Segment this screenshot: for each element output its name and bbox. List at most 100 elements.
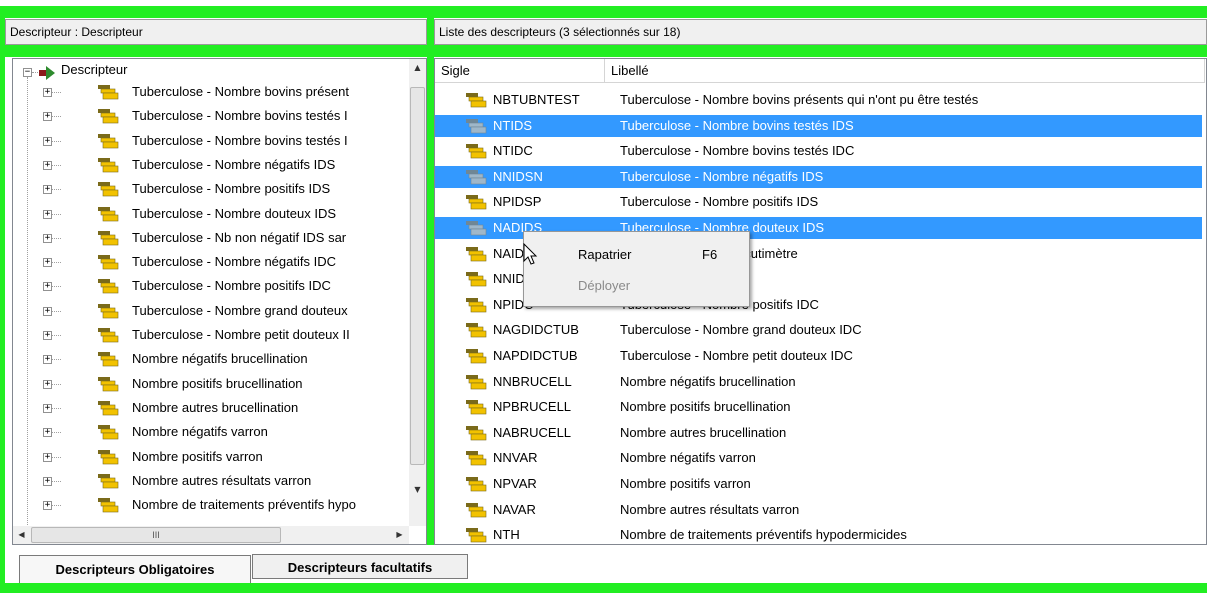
list-row[interactable]: NNBRUCELL Nombre négatifs brucellination (435, 371, 1205, 393)
tree-root-label[interactable]: Descripteur (61, 62, 127, 77)
tab-descripteurs-facultatifs[interactable]: Descripteurs facultatifs (252, 554, 468, 579)
tree-connector (52, 164, 61, 167)
list-row[interactable]: NTIDS Tuberculose - Nombre bovins testés … (435, 114, 1202, 137)
expand-toggle[interactable]: + (43, 501, 52, 511)
tree-item[interactable]: + Tuberculose - Nombre bovins testés I (13, 130, 409, 152)
list-row[interactable]: NNIDSN Tuberculose - Nombre négatifs IDS (435, 165, 1202, 188)
descriptor-folder-icon (97, 400, 119, 416)
list-row-libelle: Tuberculose - Nombre positifs IDS (620, 194, 819, 210)
scroll-right-button[interactable]: ▶ (391, 526, 408, 543)
tree-item[interactable]: + Tuberculose - Nombre positifs IDS (13, 178, 409, 200)
list-row[interactable]: NTH Nombre de traitements préventifs hypo… (435, 524, 1205, 544)
expand-toggle[interactable]: + (43, 112, 52, 122)
list-row[interactable]: NBTUBNTEST Tuberculose - Nombre bovins pr… (435, 89, 1205, 111)
descriptor-icon (465, 322, 491, 338)
tree-item-label: Tuberculose - Nombre bovins testés I (132, 108, 348, 124)
scroll-thumb[interactable] (410, 87, 425, 465)
tree-item[interactable]: + Nombre négatifs varron (13, 421, 409, 443)
expand-toggle[interactable]: + (43, 185, 52, 195)
expand-toggle[interactable]: + (43, 476, 52, 486)
tree-item[interactable]: + Nombre positifs varron (13, 446, 409, 468)
tree-item[interactable]: + Tuberculose - Nombre bovins présent (13, 81, 409, 103)
column-header-libelle[interactable]: Libellé (605, 59, 1205, 83)
hscroll-thumb[interactable]: III (31, 527, 281, 543)
tab-label: Descripteurs facultatifs (287, 560, 433, 575)
descriptor-folder-icon (97, 376, 119, 392)
list-row-libelle: Tuberculose - Nombre bovins testés IDC (620, 143, 855, 159)
list-row[interactable]: NPVAR Nombre positifs varron (435, 473, 1205, 495)
green-frame-left (0, 6, 5, 593)
list-row-libelle: Nombre de traitements préventifs hypoder… (620, 527, 907, 543)
expand-toggle[interactable]: + (43, 428, 52, 438)
tree-item-label: Tuberculose - Nombre bovins présent (132, 84, 350, 99)
list-row-sigle: NTIDS (493, 117, 532, 133)
tree-item[interactable]: + Tuberculose - Nombre négatifs IDS (13, 154, 409, 176)
tree-item[interactable]: + Tuberculose - Nombre bovins testés I (13, 105, 409, 127)
expand-toggle[interactable]: + (43, 88, 52, 97)
list-row-libelle: Nombre autres résultats varron (620, 501, 800, 517)
descriptor-tree[interactable]: − Descripteur + Tuberculose - Nombre bovins… (12, 58, 427, 545)
tree-item[interactable]: + Tuberculose - Nombre douteux IDS (13, 203, 409, 225)
scroll-left-button[interactable]: ◀ (13, 526, 30, 543)
descriptor-folder-icon (97, 157, 119, 173)
tree-item[interactable]: + Tuberculose - Nombre positifs IDC (13, 275, 409, 297)
tree-item[interactable]: + Nombre de traitements préventifs hypo (13, 494, 409, 516)
expand-toggle[interactable]: + (43, 379, 52, 389)
tree-vertical-scrollbar[interactable]: ▲ ▼ (409, 59, 426, 526)
expand-toggle[interactable]: + (43, 282, 52, 292)
descriptor-folder-icon (97, 108, 119, 124)
expand-toggle[interactable]: + (43, 355, 52, 365)
list-row-libelle: Tuberculose - Nombre grand douteux IDC (620, 322, 862, 338)
list-row[interactable]: NABRUCELL Nombre autres brucellination (435, 422, 1205, 444)
list-row[interactable]: NAPDIDCTUB Tuberculose - Nombre petit dou… (435, 345, 1205, 367)
tree-item[interactable]: + Nombre autres résultats varron (13, 470, 409, 492)
list-row[interactable]: NAVAR Nombre autres résultats varron (435, 499, 1205, 521)
tree-item[interactable]: + Tuberculose - Nombre petit douteux II (13, 324, 409, 346)
expand-toggle[interactable]: + (43, 160, 52, 170)
list-row-libelle: Nombre négatifs brucellination (620, 373, 796, 389)
expand-toggle[interactable]: + (43, 306, 52, 316)
column-header-sigle[interactable]: Sigle (435, 59, 605, 83)
list-row-sigle: NPBRUCELL (493, 399, 572, 415)
expand-toggle[interactable]: + (43, 209, 52, 219)
tree-item-label: Nombre autres brucellination (132, 399, 299, 415)
tree-item[interactable]: + Nombre autres brucellination (13, 397, 409, 419)
expand-toggle[interactable]: + (43, 331, 52, 340)
tree-connector (52, 116, 61, 118)
tree-connector (52, 359, 61, 361)
expand-toggle[interactable]: + (43, 233, 52, 243)
list-row[interactable]: NPIDSP Tuberculose - Nombre positifs IDS (435, 191, 1205, 213)
menu-item-rapatrier[interactable]: Rapatrier F6 (524, 242, 749, 268)
tab-descripteurs-obligatoires[interactable]: Descripteurs Obligatoires (19, 555, 251, 583)
descriptor-folder-icon (97, 424, 119, 440)
tree-item[interactable]: + Nombre négatifs brucellination (13, 348, 409, 370)
list-row[interactable]: NTIDC Tuberculose - Nombre bovins testés … (435, 140, 1205, 162)
descriptor-folder-icon (97, 473, 119, 489)
expand-toggle[interactable]: + (43, 136, 52, 146)
tree-connector (52, 237, 61, 240)
descriptor-icon (465, 169, 491, 185)
list-row-sigle: NABRUCELL (493, 424, 572, 440)
list-row-sigle: NTH (493, 527, 520, 543)
list-row[interactable]: NPBRUCELL Nombre positifs brucellination (435, 396, 1205, 418)
expand-toggle[interactable]: + (43, 403, 52, 413)
list-row-libelle: Tuberculose - Nombre petit douteux IDC (620, 348, 853, 363)
descriptor-folder-icon (97, 351, 119, 367)
scroll-up-button[interactable]: ▲ (409, 59, 426, 76)
expand-toggle[interactable]: + (43, 452, 52, 462)
scroll-down-button[interactable]: ▼ (409, 481, 426, 498)
list-row-sigle: NPIDSP (493, 194, 542, 210)
expand-toggle[interactable]: + (43, 258, 52, 268)
descriptor-folder-icon (97, 206, 119, 222)
tree-item[interactable]: + Tuberculose - Nombre grand douteux (13, 300, 409, 322)
context-menu: Rapatrier F6 Déployer (523, 231, 750, 307)
tree-item[interactable]: + Nombre positifs brucellination (13, 373, 409, 395)
tree-item[interactable]: + Tuberculose - Nb non négatif IDS sar (13, 227, 409, 249)
list-row-sigle: NAVAR (493, 501, 536, 517)
list-row[interactable]: NAGDIDCTUB Tuberculose - Nombre grand dou… (435, 319, 1205, 341)
list-row[interactable]: NNVAR Nombre négatifs varron (435, 447, 1205, 469)
collapse-toggle[interactable]: − (23, 68, 32, 77)
tree-connector (52, 407, 61, 410)
tree-horizontal-scrollbar[interactable]: ◀ III ▶ (13, 526, 409, 544)
tree-item[interactable]: + Tuberculose - Nombre négatifs IDC (13, 251, 409, 273)
